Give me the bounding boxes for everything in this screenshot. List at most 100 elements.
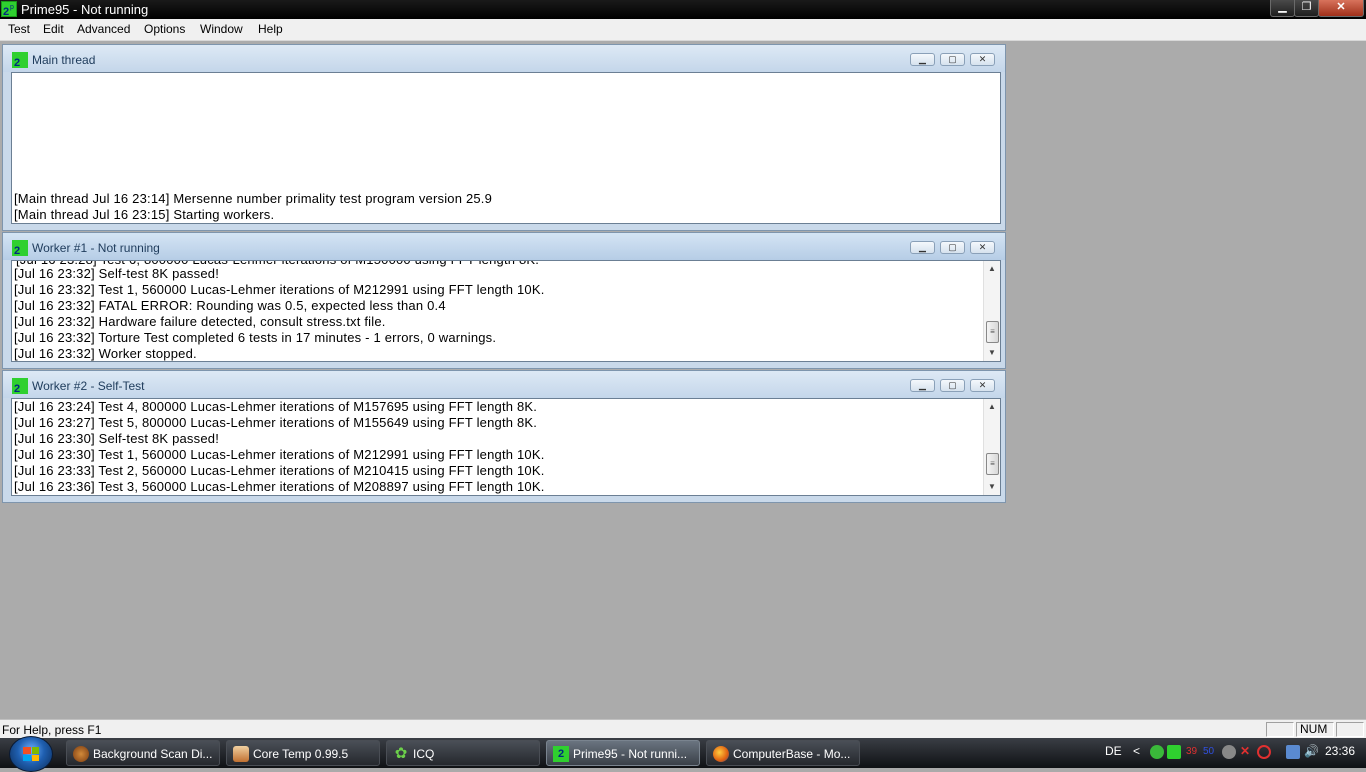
worker2-window[interactable]: 2 Worker #2 - Self-Test ▁ ▢ ✕ [Jul 16 23… <box>2 370 1006 503</box>
close-icon: ✕ <box>978 380 987 390</box>
scroll-thumb[interactable]: ≡ <box>986 321 999 343</box>
status-pane-empty <box>1266 722 1294 737</box>
worker1-title: Worker #1 - Not running <box>32 241 160 255</box>
scroll-down-icon[interactable]: ▼ <box>984 479 1000 495</box>
tray-error-icon[interactable]: ✕ <box>1240 744 1250 758</box>
log-line: [Jul 16 23:27] Test 5, 800000 Lucas-Lehm… <box>14 415 538 430</box>
taskbar: Background Scan Di... Core Temp 0.99.5 ✿… <box>0 736 1366 772</box>
prime95-icon: 2 p <box>1 1 17 17</box>
tray-gear-icon[interactable] <box>1222 745 1236 759</box>
log-line: [Jul 16 23:24] Test 4, 800000 Lucas-Lehm… <box>14 399 538 414</box>
log-line: [Jul 16 23:32] Torture Test completed 6 … <box>14 330 497 345</box>
menu-bar: Test Edit Advanced Options Window Help <box>0 19 1366 41</box>
status-num-indicator: NUM <box>1296 722 1334 737</box>
menu-advanced[interactable]: Advanced <box>77 22 130 36</box>
language-indicator[interactable]: DE <box>1105 744 1122 758</box>
close-button[interactable]: ✕ <box>1318 0 1364 17</box>
main-thread-log[interactable]: [Main thread Jul 16 23:14] Mersenne numb… <box>11 72 1001 224</box>
worker2-scrollbar[interactable]: ▲ ≡ ▼ <box>983 399 1000 495</box>
minimize-button[interactable]: ▁ <box>1270 0 1295 17</box>
worker1-caption[interactable]: 2 Worker #1 - Not running ▁ ▢ ✕ <box>3 233 1005 260</box>
svg-text:2: 2 <box>14 245 20 256</box>
volume-icon[interactable]: 🔊 <box>1304 744 1319 758</box>
taskbar-button-prime95[interactable]: 2 Prime95 - Not runni... <box>546 740 700 766</box>
minimize-icon: ▁ <box>919 54 926 64</box>
log-line: [Jul 16 23:30] Test 1, 560000 Lucas-Lehm… <box>14 447 545 462</box>
windows-logo-icon <box>23 747 39 761</box>
child-maximize-button[interactable]: ▢ <box>940 379 965 392</box>
worker1-log[interactable]: [Jul 16 23:28] Test 6, 800000 Lucas-Lehm… <box>11 260 1001 362</box>
main-thread-title: Main thread <box>32 53 96 67</box>
tray-flower-icon[interactable] <box>1150 745 1164 759</box>
svg-text:2: 2 <box>14 383 20 394</box>
worker2-caption[interactable]: 2 Worker #2 - Self-Test ▁ ▢ ✕ <box>3 371 1005 398</box>
menu-window[interactable]: Window <box>200 22 243 36</box>
app-titlebar[interactable]: 2 p Prime95 - Not running ▁ ❐ ✕ <box>0 0 1366 19</box>
log-line: [Jul 16 23:32] FATAL ERROR: Rounding was… <box>14 298 446 313</box>
start-button[interactable] <box>9 736 53 772</box>
window-title: Prime95 - Not running <box>21 2 149 17</box>
child-close-button[interactable]: ✕ <box>970 379 995 392</box>
status-pane-empty <box>1336 722 1364 737</box>
close-icon: ✕ <box>978 242 987 252</box>
log-line: [Jul 16 23:32] Self-test 8K passed! <box>14 266 220 281</box>
log-line: [Jul 16 23:36] Test 3, 560000 Lucas-Lehm… <box>14 479 545 494</box>
menu-options[interactable]: Options <box>144 22 185 36</box>
firefox-icon <box>713 746 729 762</box>
main-thread-window[interactable]: 2 Main thread ▁ ▢ ✕ [Main thread Jul 16 … <box>2 44 1006 231</box>
taskbar-button-background-scan[interactable]: Background Scan Di... <box>66 740 220 766</box>
taskbar-button-firefox[interactable]: ComputerBase - Mo... <box>706 740 860 766</box>
log-line: [Main thread Jul 16 23:14] Mersenne numb… <box>14 191 493 206</box>
prime95-icon: 2 <box>553 746 569 762</box>
tray-temp-1[interactable]: 39 <box>1186 746 1197 757</box>
worker1-scrollbar[interactable]: ▲ ≡ ▼ <box>983 261 1000 361</box>
taskbar-button-core-temp[interactable]: Core Temp 0.99.5 <box>226 740 380 766</box>
status-help-text: For Help, press F1 <box>2 723 102 737</box>
tray-temp-2[interactable]: 50 <box>1203 746 1214 757</box>
svg-text:2: 2 <box>14 57 20 68</box>
network-icon[interactable] <box>1286 745 1300 759</box>
clock[interactable]: 23:36 <box>1325 744 1355 758</box>
child-close-button[interactable]: ✕ <box>970 241 995 254</box>
icq-flower-icon: ✿ <box>394 745 408 762</box>
worker2-log[interactable]: [Jul 16 23:24] Test 4, 800000 Lucas-Lehm… <box>11 398 1001 496</box>
taskbar-button-label: Core Temp 0.99.5 <box>253 747 349 761</box>
minimize-icon: ▁ <box>919 380 926 390</box>
scroll-down-icon[interactable]: ▼ <box>984 345 1000 361</box>
scroll-up-icon[interactable]: ▲ <box>984 261 1000 277</box>
svg-text:p: p <box>10 4 14 11</box>
close-icon: ✕ <box>978 54 987 64</box>
worker1-window[interactable]: 2 Worker #1 - Not running ▁ ▢ ✕ [Jul 16 … <box>2 232 1006 369</box>
prime95-icon: 2 <box>12 378 28 394</box>
child-maximize-button[interactable]: ▢ <box>940 53 965 66</box>
prime95-icon: 2 <box>12 52 28 68</box>
restore-icon: ❐ <box>1301 1 1312 13</box>
child-minimize-button[interactable]: ▁ <box>910 241 935 254</box>
scan-icon <box>73 746 89 762</box>
scroll-thumb[interactable]: ≡ <box>986 453 999 475</box>
child-close-button[interactable]: ✕ <box>970 53 995 66</box>
maximize-icon: ▢ <box>948 380 957 390</box>
scroll-up-icon[interactable]: ▲ <box>984 399 1000 415</box>
log-line: [Jul 16 23:32] Worker stopped. <box>14 346 197 361</box>
child-minimize-button[interactable]: ▁ <box>910 379 935 392</box>
menu-help[interactable]: Help <box>258 22 283 36</box>
taskbar-button-label: ICQ <box>413 747 435 761</box>
taskbar-button-icq[interactable]: ✿ ICQ <box>386 740 540 766</box>
log-line: [Jul 16 23:32] Hardware failure detected… <box>14 314 386 329</box>
child-maximize-button[interactable]: ▢ <box>940 241 965 254</box>
show-hidden-icons-icon[interactable]: < <box>1133 744 1140 758</box>
minimize-icon: ▁ <box>1278 1 1287 13</box>
prime95-icon: 2 <box>12 240 28 256</box>
maximize-icon: ▢ <box>948 242 957 252</box>
tray-prime95-icon[interactable] <box>1167 745 1181 759</box>
status-bar: For Help, press F1 NUM <box>0 719 1366 739</box>
menu-test[interactable]: Test <box>8 22 30 36</box>
menu-edit[interactable]: Edit <box>43 22 64 36</box>
main-thread-caption[interactable]: 2 Main thread ▁ ▢ ✕ <box>3 45 1005 72</box>
tray-antivirus-icon[interactable] <box>1257 745 1271 759</box>
taskbar-button-label: ComputerBase - Mo... <box>733 747 851 761</box>
child-minimize-button[interactable]: ▁ <box>910 53 935 66</box>
maximize-button[interactable]: ❐ <box>1294 0 1319 17</box>
taskbar-button-label: Background Scan Di... <box>93 747 213 761</box>
